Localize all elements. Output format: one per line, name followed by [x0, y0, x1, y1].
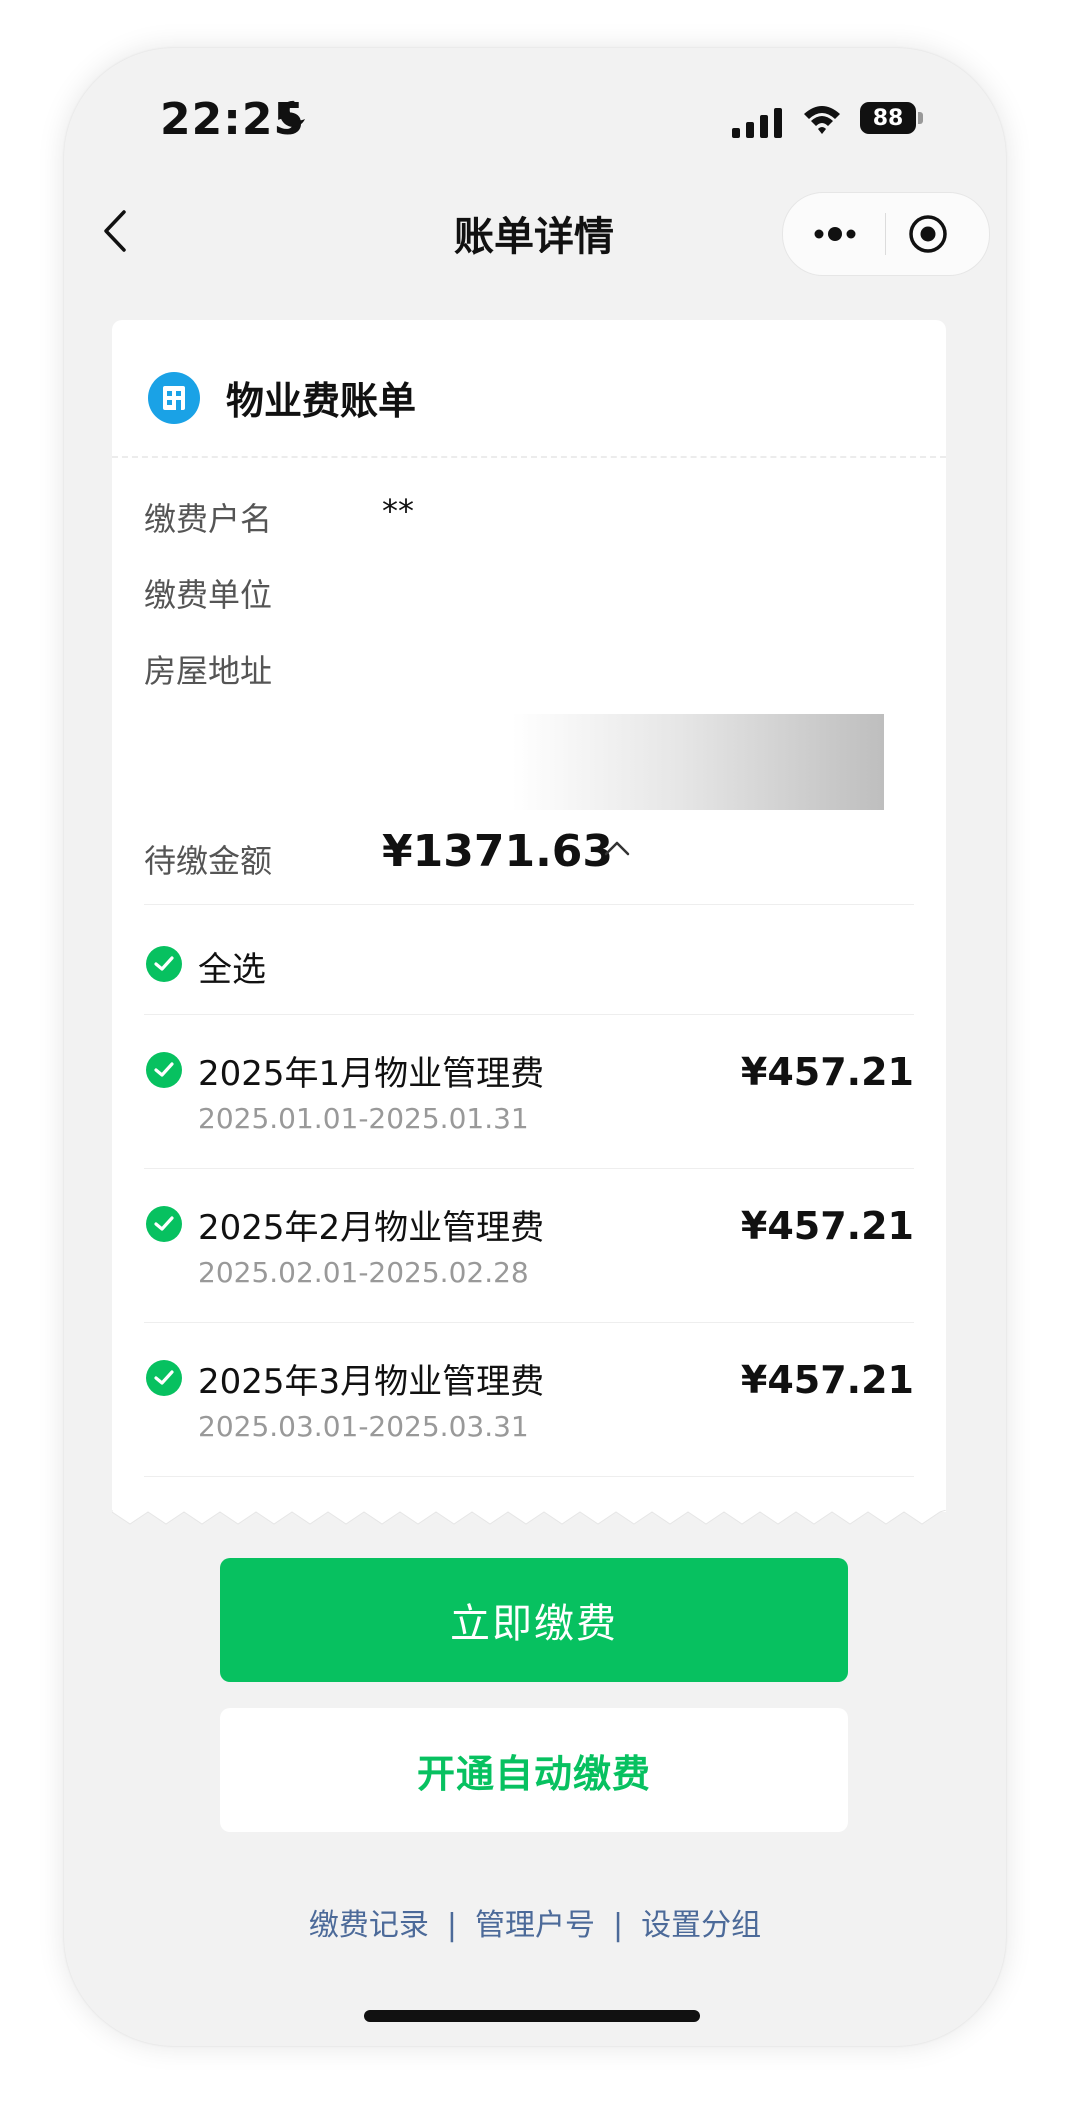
set-group-link[interactable]: 设置分组 — [641, 1908, 761, 1943]
payee-unit-label: 缴费单位 — [144, 576, 273, 614]
select-all-checkbox[interactable] — [146, 946, 182, 982]
payer-name-value: ** — [382, 492, 414, 530]
battery-icon: 88 — [860, 102, 926, 136]
bill-item-period: 2025.02.01-2025.02.28 — [198, 1256, 529, 1289]
bill-card: 物业费账单 缴费户名 ** 缴费单位 房屋地址 待缴金额 ¥1371.63 全选… — [112, 320, 946, 1512]
bill-item-amount: ¥457.21 — [740, 1050, 914, 1094]
card-title: 物业费账单 — [226, 379, 417, 423]
auto-pay-button[interactable]: 开通自动缴费 — [220, 1708, 848, 1832]
home-indicator[interactable] — [364, 2010, 700, 2022]
bill-item-checkbox[interactable] — [146, 1206, 182, 1242]
close-target-icon[interactable] — [905, 211, 951, 257]
more-icon[interactable] — [805, 213, 865, 255]
chevron-up-icon[interactable] — [602, 834, 632, 864]
page-title: 账单详情 — [454, 214, 614, 260]
select-all-label[interactable]: 全选 — [198, 942, 266, 991]
bill-item-period: 2025.03.01-2025.03.31 — [198, 1410, 529, 1443]
phone-screen: 22:25 88 账单详情 物业费账单 缴费户名 ** 缴费单位 房屋地址 待缴… — [64, 48, 1006, 2046]
battery-level: 88 — [860, 102, 916, 134]
due-amount-value: ¥1371.63 — [382, 826, 614, 877]
due-amount-label: 待缴金额 — [144, 842, 273, 880]
bill-item-period: 2025.01.01-2025.01.31 — [198, 1102, 529, 1135]
back-arrow-icon[interactable] — [98, 206, 132, 256]
building-icon — [148, 372, 200, 424]
wifi-icon — [804, 106, 840, 134]
divider — [144, 1322, 914, 1323]
divider — [144, 1476, 914, 1477]
payment-history-link[interactable]: 缴费记录 — [309, 1908, 429, 1943]
signal-icon — [732, 108, 782, 138]
receipt-zigzag-edge — [112, 1510, 946, 1525]
footer-links: 缴费记录 | 管理户号 | 设置分组 — [308, 1908, 762, 1943]
payer-name-label: 缴费户名 — [144, 500, 273, 538]
bill-item-title: 2025年1月物业管理费 — [198, 1054, 545, 1094]
bill-item-checkbox[interactable] — [146, 1052, 182, 1088]
bill-item-amount: ¥457.21 — [740, 1204, 914, 1248]
divider — [144, 904, 914, 905]
bill-item-title: 2025年3月物业管理费 — [198, 1362, 545, 1402]
divider — [144, 1168, 914, 1169]
address-redaction — [512, 714, 884, 810]
address-label: 房屋地址 — [144, 652, 273, 690]
bill-item-amount: ¥457.21 — [740, 1358, 914, 1402]
pay-now-button[interactable]: 立即缴费 — [220, 1558, 848, 1682]
moon-icon — [280, 100, 305, 127]
mini-program-capsule — [782, 192, 990, 276]
bill-item-title: 2025年2月物业管理费 — [198, 1208, 545, 1248]
manage-account-link[interactable]: 管理户号 — [475, 1908, 595, 1943]
dashed-divider — [112, 456, 946, 458]
divider — [144, 1014, 914, 1015]
bill-item-checkbox[interactable] — [146, 1360, 182, 1396]
